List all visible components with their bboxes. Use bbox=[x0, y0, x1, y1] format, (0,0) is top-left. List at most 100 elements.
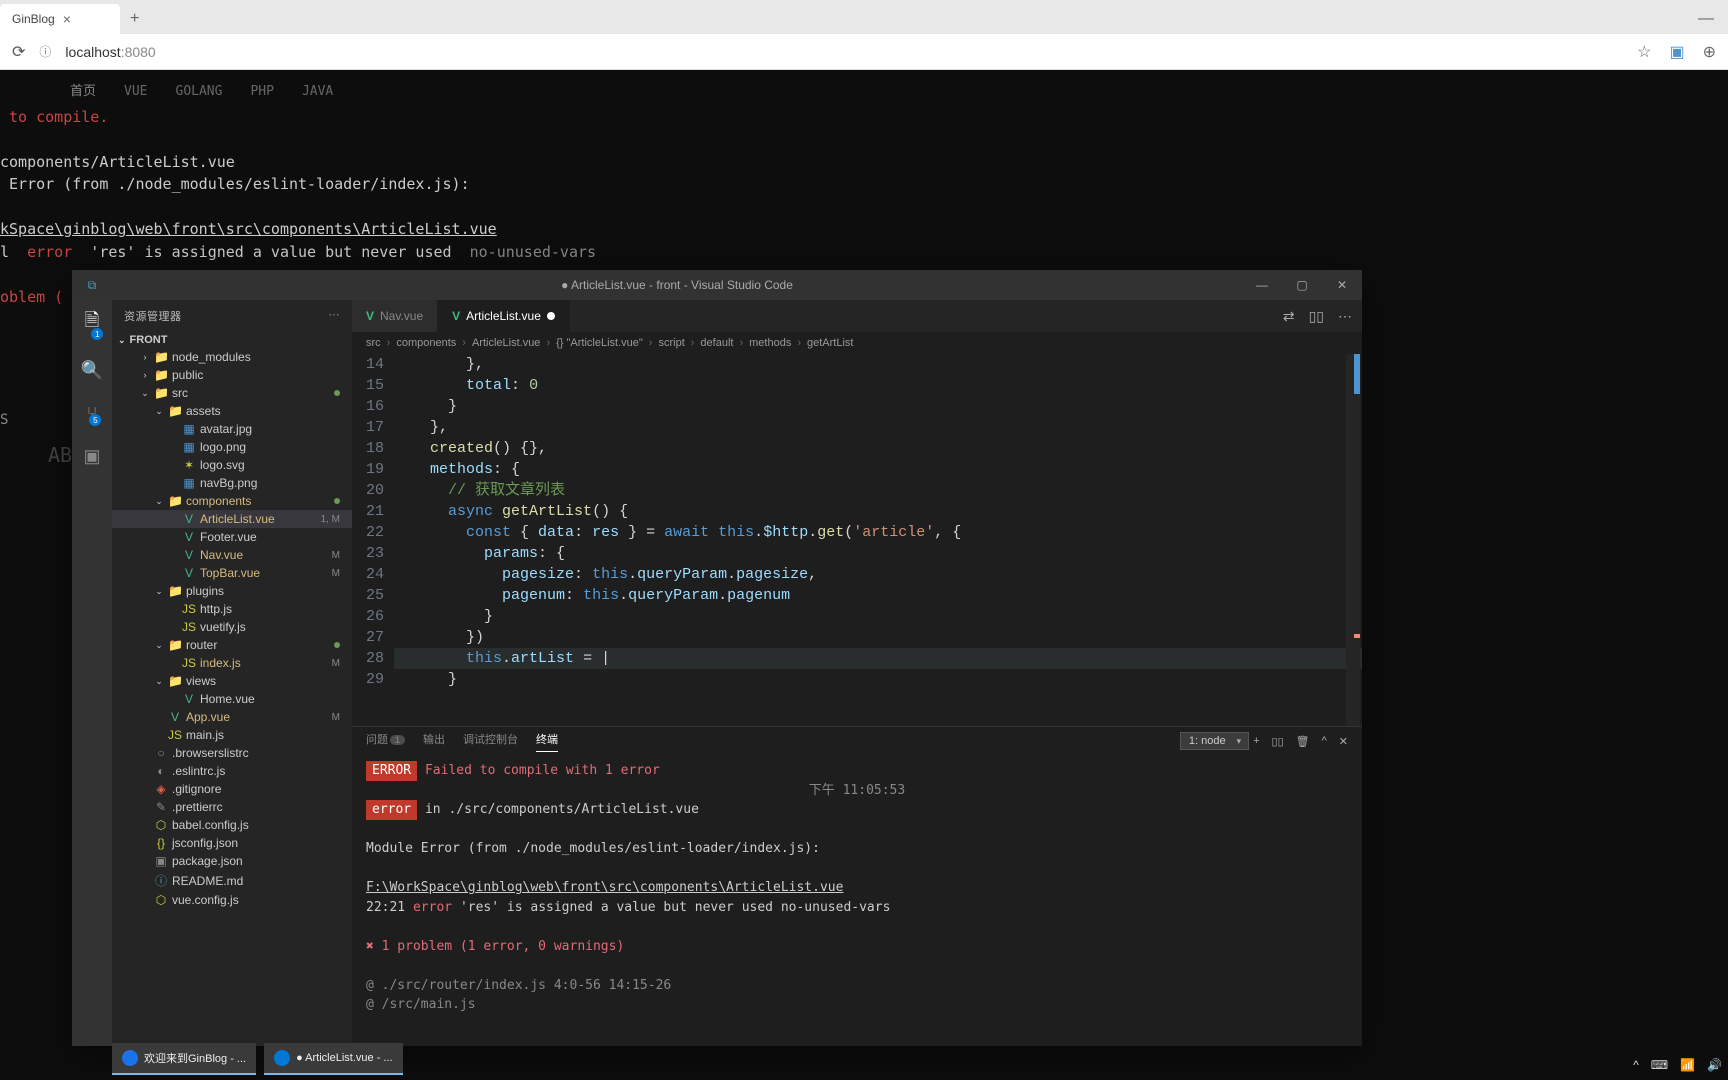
minimize-icon[interactable]: — bbox=[1242, 278, 1282, 292]
code-editor[interactable]: 14151617181920212223242526272829 }, tota… bbox=[352, 354, 1362, 726]
nav-item[interactable]: 首页 bbox=[70, 82, 96, 102]
tree-item-footer-vue[interactable]: VFooter.vue bbox=[112, 528, 352, 546]
folder-root[interactable]: ⌄ FRONT bbox=[112, 332, 352, 348]
breadcrumb-item[interactable]: getArtList bbox=[807, 337, 853, 349]
tree-item-vue-config-js[interactable]: ⬡vue.config.js bbox=[112, 891, 352, 909]
nav-item[interactable]: PHP bbox=[250, 82, 273, 102]
extension-icon[interactable]: ▣ bbox=[1669, 42, 1684, 62]
tree-item-nav-vue[interactable]: VNav.vueM bbox=[112, 546, 352, 564]
chevron-down-icon[interactable]: ▾ bbox=[1237, 736, 1242, 747]
new-tab-button[interactable]: + bbox=[120, 4, 149, 34]
panel-tab[interactable]: 调试控制台 bbox=[463, 731, 518, 751]
chevron-up-icon[interactable]: ^ bbox=[1322, 735, 1327, 747]
more-icon[interactable]: ⋯ bbox=[329, 308, 341, 324]
nav-item[interactable]: JAVA bbox=[302, 82, 333, 102]
addr-actions: ☆ ▣ ⊕ bbox=[1637, 42, 1716, 62]
tree-item-main-js[interactable]: JSmain.js bbox=[112, 726, 352, 744]
breadcrumb-item[interactable]: src bbox=[366, 337, 381, 349]
tree-item-topbar-vue[interactable]: VTopBar.vueM bbox=[112, 564, 352, 582]
sidebar: 资源管理器 ⋯ ⌄ FRONT ›📁node_modules›📁public⌄📁… bbox=[112, 300, 352, 1046]
breadcrumb-item[interactable]: components bbox=[396, 337, 456, 349]
tree-item-http-js[interactable]: JShttp.js bbox=[112, 600, 352, 618]
collections-icon[interactable]: ⊕ bbox=[1703, 42, 1716, 62]
tree-item-vuetify-js[interactable]: JSvuetify.js bbox=[112, 618, 352, 636]
breadcrumbs[interactable]: src›components›ArticleList.vue›{} "Artic… bbox=[352, 332, 1362, 354]
url-port: :8080 bbox=[121, 44, 156, 60]
minimap[interactable] bbox=[1346, 354, 1360, 726]
close-panel-icon[interactable]: ✕ bbox=[1339, 735, 1348, 748]
tree-item-navbg-png[interactable]: ▦navBg.png bbox=[112, 474, 352, 492]
problem-summary: ✖ 1 problem (1 error, 0 warnings) bbox=[366, 937, 1348, 957]
breadcrumb-item[interactable]: methods bbox=[749, 337, 791, 349]
new-terminal-icon[interactable]: + bbox=[1253, 735, 1259, 747]
tree-item--browserslistrc[interactable]: ○.browserslistrc bbox=[112, 744, 352, 762]
breadcrumb-item[interactable]: ArticleList.vue bbox=[472, 337, 540, 349]
taskbar: 欢迎来到GinBlog - ...● ArticleList.vue - ... bbox=[112, 1041, 403, 1077]
tray-chevron-icon[interactable]: ^ bbox=[1633, 1058, 1639, 1072]
editor-tab[interactable]: VNav.vue bbox=[352, 300, 438, 332]
breadcrumb-item[interactable]: {} "ArticleList.vue" bbox=[556, 337, 643, 349]
tree-item-logo-svg[interactable]: ✶logo.svg bbox=[112, 456, 352, 474]
tree-item-plugins[interactable]: ⌄📁plugins bbox=[112, 582, 352, 600]
info-icon[interactable]: ⓘ bbox=[39, 43, 51, 60]
nav-item[interactable]: GOLANG bbox=[176, 82, 223, 102]
tree-item-logo-png[interactable]: ▦logo.png bbox=[112, 438, 352, 456]
file-link[interactable]: F:\WorkSpace\ginblog\web\front\src\compo… bbox=[366, 880, 843, 895]
keyboard-icon[interactable]: ⌨ bbox=[1651, 1058, 1668, 1072]
taskbar-item[interactable]: ● ArticleList.vue - ... bbox=[264, 1043, 403, 1075]
reload-icon[interactable]: ⟳ bbox=[12, 42, 25, 62]
breadcrumb-item[interactable]: default bbox=[700, 337, 733, 349]
system-tray[interactable]: ^ ⌨ 📶 🔊 bbox=[1633, 1058, 1722, 1072]
tree-item-avatar-jpg[interactable]: ▦avatar.jpg bbox=[112, 420, 352, 438]
wifi-icon[interactable]: 📶 bbox=[1680, 1058, 1695, 1072]
tree-item-index-js[interactable]: JSindex.jsM bbox=[112, 654, 352, 672]
bottom-panel: 问题1输出调试控制台终端 1: node ▾ + ▯▯ 🗑 ^ ✕ ERROR … bbox=[352, 726, 1362, 1046]
tree-item-assets[interactable]: ⌄📁assets bbox=[112, 402, 352, 420]
more-icon[interactable]: ⋯ bbox=[1338, 308, 1352, 325]
editor-tab[interactable]: VArticleList.vue bbox=[438, 300, 570, 332]
tree-item-views[interactable]: ⌄📁views bbox=[112, 672, 352, 690]
breadcrumb-item[interactable]: script bbox=[658, 337, 684, 349]
title-bar[interactable]: ⧉ ● ArticleList.vue - front - Visual Stu… bbox=[72, 270, 1362, 300]
close-icon[interactable]: × bbox=[63, 11, 71, 27]
tree-item-home-vue[interactable]: VHome.vue bbox=[112, 690, 352, 708]
activity-bar: 🗎1 🔍 ⑂5 ▣ bbox=[72, 300, 112, 1046]
tree-item-router[interactable]: ⌄📁router bbox=[112, 636, 352, 654]
tree-item-package-json[interactable]: ▣package.json bbox=[112, 852, 352, 870]
explorer-icon[interactable]: 🗎1 bbox=[85, 308, 99, 338]
source-control-icon[interactable]: ⑂5 bbox=[87, 403, 98, 424]
tree-item--prettierrc[interactable]: ✎.prettierrc bbox=[112, 798, 352, 816]
tree-item-src[interactable]: ⌄📁src bbox=[112, 384, 352, 402]
tree-item--gitignore[interactable]: ◈.gitignore bbox=[112, 780, 352, 798]
tree-item-node_modules[interactable]: ›📁node_modules bbox=[112, 348, 352, 366]
taskbar-item[interactable]: 欢迎来到GinBlog - ... bbox=[112, 1043, 256, 1075]
tree-item-jsconfig-json[interactable]: {}jsconfig.json bbox=[112, 834, 352, 852]
close-icon[interactable]: ✕ bbox=[1322, 278, 1362, 292]
panel-tab[interactable]: 输出 bbox=[423, 731, 445, 751]
terminal-output[interactable]: ERROR Failed to compile with 1 error 下午 … bbox=[352, 755, 1362, 1046]
code-lines[interactable]: }, total: 0 } }, created() {}, methods: … bbox=[394, 354, 1362, 726]
error-badge: error bbox=[366, 800, 417, 820]
trash-icon[interactable]: 🗑 bbox=[1296, 735, 1310, 748]
compare-icon[interactable]: ⇄ bbox=[1283, 308, 1295, 325]
search-icon[interactable]: 🔍 bbox=[81, 360, 103, 381]
tree-item-articlelist-vue[interactable]: VArticleList.vue1, M bbox=[112, 510, 352, 528]
window-minimize-icon[interactable]: — bbox=[1684, 4, 1728, 34]
tree-item-babel-config-js[interactable]: ⬡babel.config.js bbox=[112, 816, 352, 834]
maximize-icon[interactable]: ▢ bbox=[1282, 278, 1322, 292]
tree-item-public[interactable]: ›📁public bbox=[112, 366, 352, 384]
panel-tab[interactable]: 问题1 bbox=[366, 731, 405, 751]
tree-item-app-vue[interactable]: VApp.vueM bbox=[112, 708, 352, 726]
favorite-icon[interactable]: ☆ bbox=[1637, 42, 1651, 62]
browser-tab[interactable]: GinBlog × bbox=[0, 4, 120, 34]
split-terminal-icon[interactable]: ▯▯ bbox=[1272, 735, 1284, 748]
tree-item-readme-md[interactable]: ⓘREADME.md bbox=[112, 870, 352, 891]
panel-tab[interactable]: 终端 bbox=[536, 731, 558, 752]
tree-item-components[interactable]: ⌄📁components bbox=[112, 492, 352, 510]
tree-item--eslintrc-js[interactable]: ◐.eslintrc.js bbox=[112, 762, 352, 780]
url-field[interactable]: localhost:8080 bbox=[65, 44, 1623, 60]
extensions-icon[interactable]: ▣ bbox=[83, 446, 100, 467]
volume-icon[interactable]: 🔊 bbox=[1707, 1058, 1722, 1072]
split-icon[interactable]: ▯▯ bbox=[1309, 308, 1324, 325]
nav-item[interactable]: VUE bbox=[124, 82, 147, 102]
